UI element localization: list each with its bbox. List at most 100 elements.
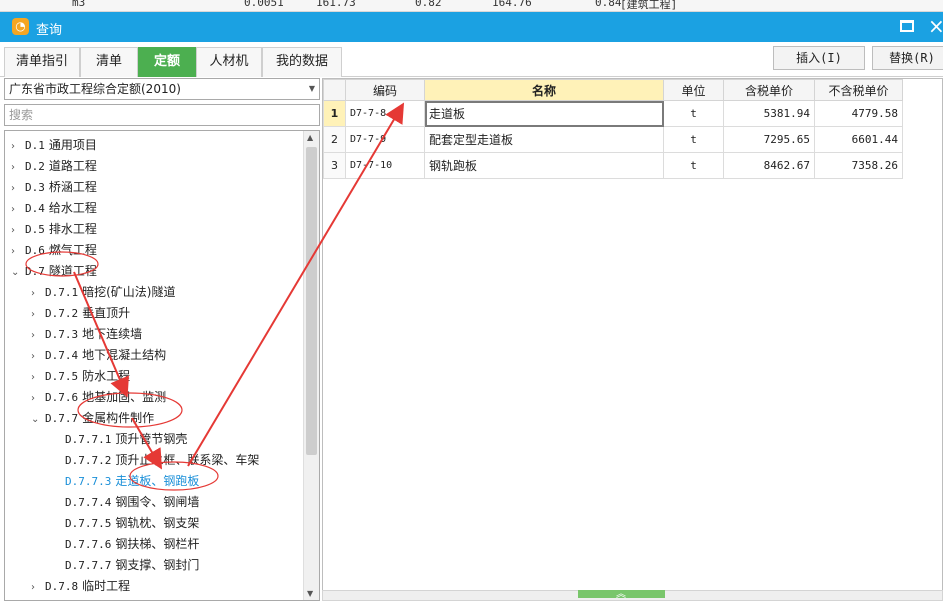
dialog-titlebar[interactable]: ◔ 查询 ×: [0, 12, 943, 42]
tree-item-code: D.1: [25, 139, 45, 152]
tree-item[interactable]: › D.7.1 暗挖(矿山法)隧道: [31, 282, 176, 303]
row-price-without-tax[interactable]: 6601.44: [814, 126, 903, 153]
tree-item-label: 垂直顶升: [82, 306, 131, 320]
column-header-index: [323, 79, 346, 101]
tree-item-label: 顶升管节钢壳: [115, 432, 188, 446]
chevron-up-icon[interactable]: ︽: [616, 585, 626, 600]
tab-bar: 清单指引 清单 定额 人材机 我的数据 插入(I) 替换(R): [0, 42, 943, 77]
table-row[interactable]: 3 D7-7-10 钢轨跑板 t 8462.67 7358.26: [323, 152, 903, 179]
tree-item[interactable]: › D.6 燃气工程: [11, 240, 97, 261]
column-header-name[interactable]: 名称: [424, 79, 664, 101]
chevron-right-icon[interactable]: ›: [31, 325, 45, 346]
chevron-right-icon[interactable]: ›: [31, 346, 45, 367]
quota-library-select[interactable]: 广东省市政工程综合定额(2010) ▼: [4, 78, 320, 100]
column-header-unit[interactable]: 单位: [663, 79, 724, 101]
tree-item[interactable]: › D.5 排水工程: [11, 219, 97, 240]
tree-item-code: D.3: [25, 181, 45, 194]
tree-item-code: D.7.3: [45, 328, 79, 341]
app-logo-icon: ◔: [12, 18, 29, 35]
row-unit[interactable]: t: [663, 152, 724, 179]
tree-item[interactable]: D.7.7.1 顶升管节钢壳: [51, 429, 187, 450]
replace-button[interactable]: 替换(R): [872, 46, 943, 70]
tree-item-code: D.7.7.5: [65, 517, 112, 530]
chevron-right-icon[interactable]: ›: [31, 388, 45, 409]
column-header-price-with-tax[interactable]: 含税单价: [723, 79, 815, 101]
row-name[interactable]: 配套定型走道板: [424, 126, 664, 153]
row-price-with-tax[interactable]: 8462.67: [723, 152, 815, 179]
tab-list-guide[interactable]: 清单指引: [4, 47, 80, 77]
tree-scrollbar[interactable]: ▲ ▼: [303, 131, 319, 600]
bg-cell: 164.76: [492, 0, 532, 9]
chevron-right-icon[interactable]: ›: [31, 304, 45, 325]
tab-materials[interactable]: 人材机: [196, 47, 262, 77]
row-code[interactable]: D7-7-9: [345, 126, 425, 153]
maximize-icon[interactable]: [900, 20, 914, 32]
row-index: 1: [323, 100, 346, 127]
tree-item[interactable]: D.7.7.7 钢支撑、钢封门: [51, 555, 199, 576]
chevron-right-icon[interactable]: ›: [11, 157, 25, 178]
chevron-right-icon[interactable]: ›: [11, 136, 25, 157]
scroll-up-icon[interactable]: ▲: [307, 133, 313, 142]
tree-item[interactable]: › D.3 桥涵工程: [11, 177, 97, 198]
tree-item-label: 排水工程: [48, 222, 97, 236]
tree-item-code: D.7.4: [45, 349, 79, 362]
table-row[interactable]: 2 D7-7-9 配套定型走道板 t 7295.65 6601.44: [323, 126, 903, 153]
row-price-without-tax[interactable]: 4779.58: [814, 100, 903, 127]
tree-item-label: 燃气工程: [48, 243, 97, 257]
row-unit[interactable]: t: [663, 100, 724, 127]
chevron-down-icon[interactable]: ⌄: [31, 409, 45, 430]
row-code[interactable]: D7-7-8: [345, 100, 425, 127]
row-price-with-tax[interactable]: 7295.65: [723, 126, 815, 153]
scroll-thumb[interactable]: [306, 147, 317, 455]
chevron-right-icon[interactable]: ›: [11, 199, 25, 220]
dropdown-arrow-icon[interactable]: ▼: [309, 79, 315, 99]
tree-item[interactable]: › D.1 通用项目: [11, 135, 97, 156]
table-row[interactable]: 1 D7-7-8 走道板 t 5381.94 4779.58: [323, 100, 903, 127]
chevron-right-icon[interactable]: ›: [31, 367, 45, 388]
column-header-code[interactable]: 编码: [345, 79, 425, 101]
chevron-right-icon[interactable]: ›: [31, 577, 45, 598]
tree-item[interactable]: ⌄ D.7.7 金属构件制作: [31, 408, 154, 429]
row-code[interactable]: D7-7-10: [345, 152, 425, 179]
chevron-right-icon[interactable]: ›: [31, 283, 45, 304]
tree-item[interactable]: D.7.7.3 走道板、钢跑板: [51, 471, 199, 492]
tab-my-data[interactable]: 我的数据: [262, 47, 342, 77]
tree-item[interactable]: D.7.7.2 顶升止水框、联系梁、车架: [51, 450, 259, 471]
chevron-right-icon[interactable]: ›: [11, 241, 25, 262]
tree-item[interactable]: › D.7.4 地下混凝土结构: [31, 345, 166, 366]
tree-item[interactable]: ⌄ D.7 隧道工程: [11, 261, 97, 282]
tree-item[interactable]: D.7.7.5 钢轨枕、钢支架: [51, 513, 199, 534]
row-price-without-tax[interactable]: 7358.26: [814, 152, 903, 179]
bg-cell: 0.0051: [244, 0, 284, 9]
tree-item[interactable]: D.7.7.6 钢扶梯、钢栏杆: [51, 534, 199, 555]
chevron-down-icon[interactable]: ⌄: [11, 262, 25, 283]
tab-quota[interactable]: 定额: [138, 47, 196, 77]
close-icon[interactable]: ×: [928, 14, 943, 38]
tree-item-code: D.7.8: [45, 580, 79, 593]
tree-item[interactable]: › D.7.5 防水工程: [31, 366, 130, 387]
row-price-with-tax[interactable]: 5381.94: [723, 100, 815, 127]
insert-button[interactable]: 插入(I): [773, 46, 865, 70]
row-unit[interactable]: t: [663, 126, 724, 153]
tree-item[interactable]: › D.7.2 垂直顶升: [31, 303, 130, 324]
tree-item-label: 临时工程: [82, 579, 131, 593]
tree-item[interactable]: › D.2 道路工程: [11, 156, 97, 177]
chevron-right-icon[interactable]: ›: [11, 178, 25, 199]
tab-list[interactable]: 清单: [80, 47, 138, 77]
column-header-price-without-tax[interactable]: 不含税单价: [814, 79, 903, 101]
row-name[interactable]: 钢轨跑板: [424, 152, 664, 179]
tree-item-code: D.7.2: [45, 307, 79, 320]
tree-item[interactable]: › D.4 给水工程: [11, 198, 97, 219]
tree-item[interactable]: › D.7.8 临时工程: [31, 576, 130, 597]
scroll-down-icon[interactable]: ▼: [307, 589, 313, 598]
tree-item-code: D.7.7.2: [65, 454, 112, 467]
row-name[interactable]: 走道板: [424, 100, 664, 127]
chevron-right-icon[interactable]: ›: [11, 220, 25, 241]
splitter-handle[interactable]: ︽: [578, 589, 665, 600]
tree-item[interactable]: D.7.7.4 钢围令、钢闸墙: [51, 492, 199, 513]
tree-item-code: D.7: [25, 265, 45, 278]
tree-item[interactable]: › D.7.3 地下连续墙: [31, 324, 142, 345]
search-input[interactable]: [4, 104, 320, 126]
tree-item-code: D.7.6: [45, 391, 79, 404]
tree-item[interactable]: › D.7.6 地基加固、监测: [31, 387, 166, 408]
